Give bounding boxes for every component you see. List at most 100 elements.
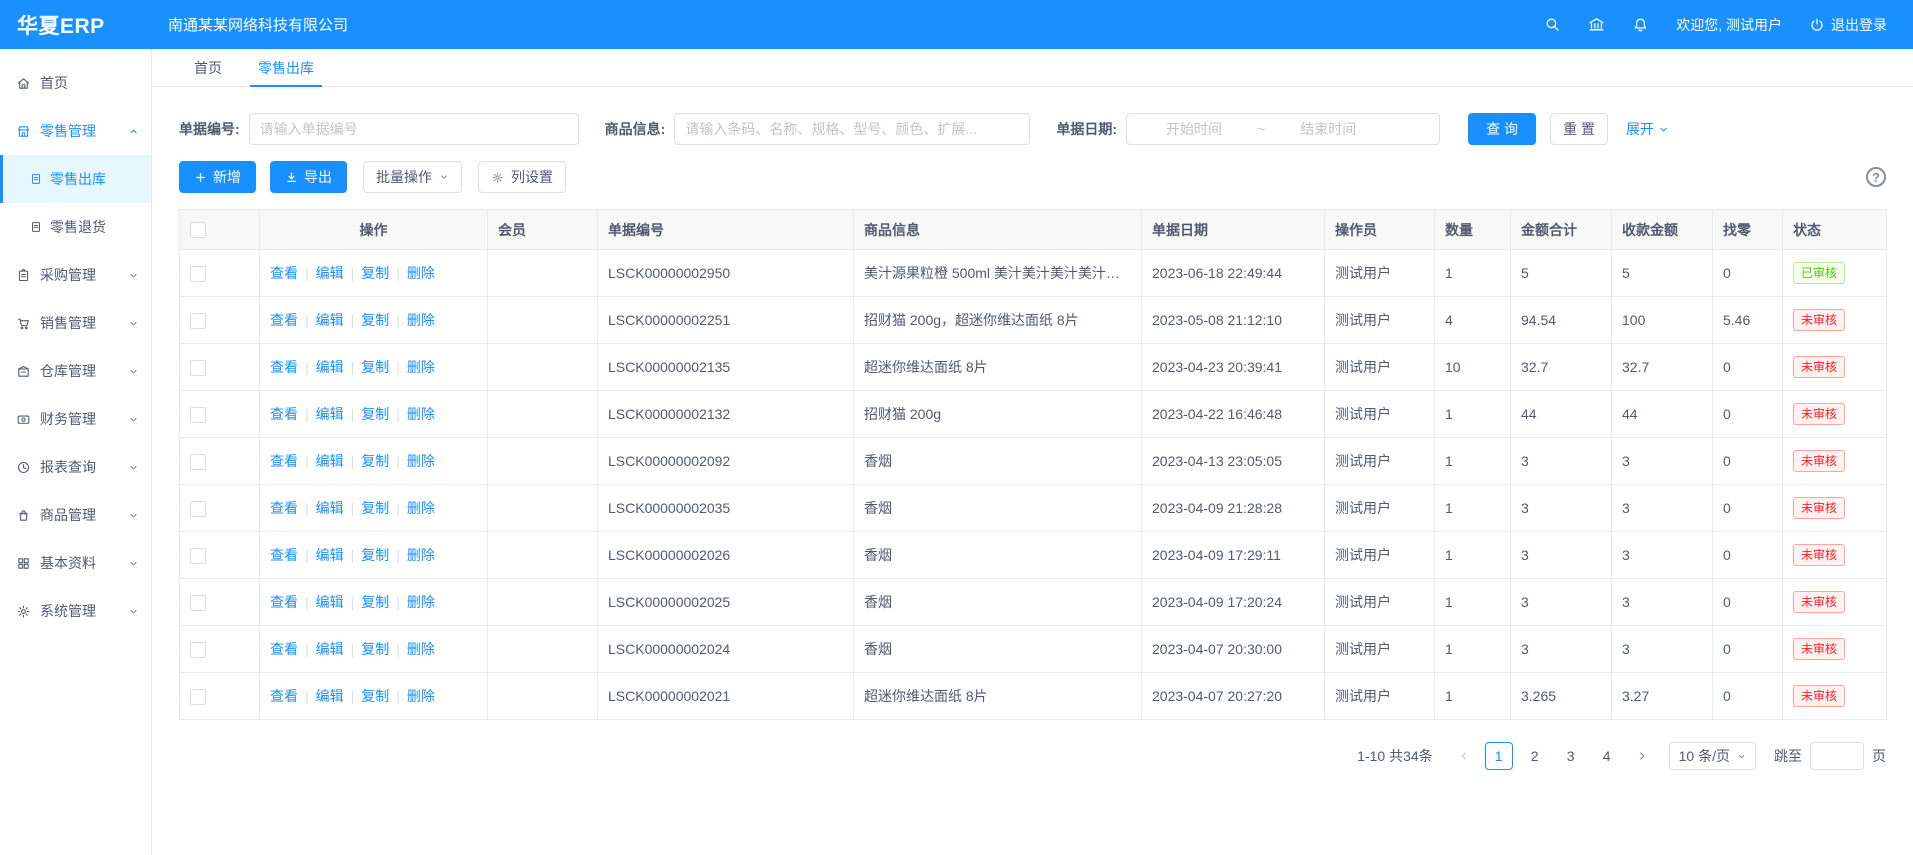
expand-toggle[interactable]: 展开 <box>1626 119 1669 139</box>
view-link[interactable]: 查看 <box>270 359 298 375</box>
sidebar-item-goods[interactable]: 商品管理 <box>0 491 151 539</box>
select-all-checkbox[interactable] <box>190 222 206 238</box>
sidebar-item-retail-out[interactable]: 零售出库 <box>0 155 151 203</box>
row-checkbox[interactable] <box>190 595 206 611</box>
add-button[interactable]: 新增 <box>179 161 256 193</box>
edit-link[interactable]: 编辑 <box>316 312 344 328</box>
search-button[interactable]: 查 询 <box>1468 113 1536 145</box>
logout-button[interactable]: 退出登录 <box>1809 15 1887 35</box>
batch-actions-button[interactable]: 批量操作 <box>363 161 462 193</box>
sidebar-item-warehouse[interactable]: 仓库管理 <box>0 347 151 395</box>
copy-link[interactable]: 复制 <box>361 265 389 281</box>
edit-link[interactable]: 编辑 <box>316 500 344 516</box>
row-checkbox[interactable] <box>190 689 206 705</box>
view-link[interactable]: 查看 <box>270 265 298 281</box>
table-row: 查看|编辑|复制|删除 LSCK00000002251 招财猫 200g，超迷你… <box>180 297 1887 344</box>
view-link[interactable]: 查看 <box>270 594 298 610</box>
sidebar-item-label: 销售管理 <box>40 313 96 333</box>
delete-link[interactable]: 删除 <box>407 406 435 422</box>
row-checkbox[interactable] <box>190 266 206 282</box>
edit-link[interactable]: 编辑 <box>316 594 344 610</box>
view-link[interactable]: 查看 <box>270 312 298 328</box>
copy-link[interactable]: 复制 <box>361 688 389 704</box>
column-settings-button[interactable]: 列设置 <box>478 161 566 193</box>
page-size-select[interactable]: 10 条/页 <box>1669 742 1756 770</box>
row-checkbox[interactable] <box>190 360 206 376</box>
row-checkbox[interactable] <box>190 642 206 658</box>
sidebar-item-report[interactable]: 报表查询 <box>0 443 151 491</box>
reset-button[interactable]: 重 置 <box>1550 113 1608 145</box>
delete-link[interactable]: 删除 <box>407 641 435 657</box>
edit-link[interactable]: 编辑 <box>316 641 344 657</box>
edit-link[interactable]: 编辑 <box>316 359 344 375</box>
delete-link[interactable]: 删除 <box>407 594 435 610</box>
copy-link[interactable]: 复制 <box>361 500 389 516</box>
copy-link[interactable]: 复制 <box>361 641 389 657</box>
sidebar-item-finance[interactable]: 财务管理 <box>0 395 151 443</box>
bill-no-input[interactable] <box>249 113 579 145</box>
delete-link[interactable]: 删除 <box>407 312 435 328</box>
copy-link[interactable]: 复制 <box>361 594 389 610</box>
row-checkbox[interactable] <box>190 313 206 329</box>
page-button-1[interactable]: 1 <box>1485 742 1513 770</box>
edit-link[interactable]: 编辑 <box>316 406 344 422</box>
row-checkbox[interactable] <box>190 548 206 564</box>
date-start-input[interactable] <box>1135 121 1253 137</box>
edit-link[interactable]: 编辑 <box>316 688 344 704</box>
copy-link[interactable]: 复制 <box>361 359 389 375</box>
copy-link[interactable]: 复制 <box>361 453 389 469</box>
prev-page-button[interactable] <box>1451 742 1477 770</box>
next-page-button[interactable] <box>1629 742 1655 770</box>
sidebar-item-retail[interactable]: 零售管理 <box>0 107 151 155</box>
copy-link[interactable]: 复制 <box>361 406 389 422</box>
delete-link[interactable]: 删除 <box>407 453 435 469</box>
tab-retail-out[interactable]: 零售出库 <box>240 49 332 86</box>
page-button-2[interactable]: 2 <box>1521 742 1549 770</box>
edit-link[interactable]: 编辑 <box>316 453 344 469</box>
sidebar-item-label: 零售出库 <box>50 169 106 189</box>
delete-link[interactable]: 删除 <box>407 500 435 516</box>
date-end-input[interactable] <box>1269 121 1387 137</box>
copy-link[interactable]: 复制 <box>361 547 389 563</box>
sidebar-item-system[interactable]: 系统管理 <box>0 587 151 635</box>
view-link[interactable]: 查看 <box>270 547 298 563</box>
edit-link[interactable]: 编辑 <box>316 265 344 281</box>
sidebar-item-home[interactable]: 首页 <box>0 59 151 107</box>
page-button-3[interactable]: 3 <box>1557 742 1585 770</box>
product-info-input[interactable] <box>674 113 1030 145</box>
finance-icon <box>16 412 31 427</box>
help-icon[interactable]: ? <box>1866 167 1886 187</box>
export-button[interactable]: 导出 <box>270 161 347 193</box>
delete-link[interactable]: 删除 <box>407 688 435 704</box>
delete-link[interactable]: 删除 <box>407 359 435 375</box>
view-link[interactable]: 查看 <box>270 500 298 516</box>
member-cell <box>488 391 598 438</box>
delete-link[interactable]: 删除 <box>407 547 435 563</box>
tab-home[interactable]: 首页 <box>176 49 240 86</box>
row-select-cell <box>180 438 260 485</box>
row-actions-cell: 查看|编辑|复制|删除 <box>260 297 488 344</box>
view-link[interactable]: 查看 <box>270 406 298 422</box>
row-checkbox[interactable] <box>190 454 206 470</box>
sidebar-item-retail-return[interactable]: 零售退货 <box>0 203 151 251</box>
sidebar-item-basic[interactable]: 基本资料 <box>0 539 151 587</box>
view-link[interactable]: 查看 <box>270 641 298 657</box>
bell-icon[interactable] <box>1632 16 1649 33</box>
search-icon[interactable] <box>1544 16 1561 33</box>
sidebar-item-purchase[interactable]: 采购管理 <box>0 251 151 299</box>
sidebar-item-sale[interactable]: 销售管理 <box>0 299 151 347</box>
page-button-4[interactable]: 4 <box>1593 742 1621 770</box>
jump-page-input[interactable] <box>1810 742 1864 770</box>
row-checkbox[interactable] <box>190 407 206 423</box>
view-link[interactable]: 查看 <box>270 453 298 469</box>
edit-link[interactable]: 编辑 <box>316 547 344 563</box>
bank-icon[interactable] <box>1588 16 1605 33</box>
status-cell: 已审核 <box>1783 250 1887 297</box>
row-checkbox[interactable] <box>190 501 206 517</box>
copy-link[interactable]: 复制 <box>361 312 389 328</box>
bill-date-cell: 2023-05-08 21:12:10 <box>1142 297 1325 344</box>
operator-cell: 测试用户 <box>1325 579 1435 626</box>
date-range-picker[interactable]: ~ <box>1126 113 1440 145</box>
delete-link[interactable]: 删除 <box>407 265 435 281</box>
view-link[interactable]: 查看 <box>270 688 298 704</box>
